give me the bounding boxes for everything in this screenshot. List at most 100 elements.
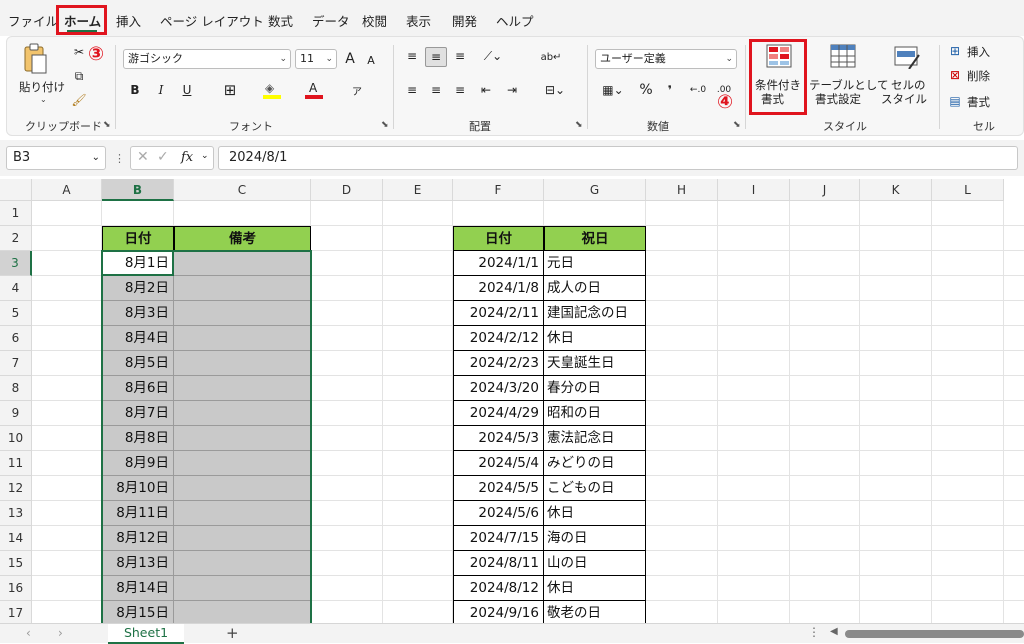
date-cell[interactable]: 8月5日 [102, 351, 174, 376]
name-box[interactable]: B3 ⌄ [6, 146, 106, 170]
row-header-4[interactable]: 4 [0, 276, 32, 301]
column-header-d[interactable]: D [311, 179, 383, 201]
note-cell[interactable] [174, 251, 311, 276]
tab-insert[interactable]: 挿入 [116, 11, 141, 30]
note-cell[interactable] [174, 551, 311, 576]
holiday-name-cell[interactable]: 元日 [544, 251, 646, 276]
holiday-date-cell[interactable]: 2024/1/1 [453, 251, 544, 276]
row-header-6[interactable]: 6 [0, 326, 32, 351]
date-cell[interactable]: 8月3日 [102, 301, 174, 326]
font-size-select[interactable]: 11 ⌄ [295, 49, 337, 69]
note-cell[interactable] [174, 501, 311, 526]
tab-data[interactable]: データ [312, 11, 350, 30]
holiday-header-date[interactable]: 日付 [453, 226, 544, 251]
tab-developer[interactable]: 開発 [452, 11, 477, 30]
align-center-icon[interactable]: ≡ [427, 81, 445, 99]
bold-button[interactable]: B [127, 81, 143, 99]
holiday-name-cell[interactable]: 休日 [544, 501, 646, 526]
date-cell[interactable]: 8月14日 [102, 576, 174, 601]
column-header-k[interactable]: K [860, 179, 932, 201]
select-all-corner[interactable] [0, 179, 32, 201]
underline-button[interactable]: U [179, 81, 195, 99]
paste-dropdown-icon[interactable]: ⌄ [40, 95, 47, 104]
date-cell[interactable]: 8月8日 [102, 426, 174, 451]
holiday-date-cell[interactable]: 2024/3/20 [453, 376, 544, 401]
scroll-left-icon[interactable]: ◀ [830, 626, 838, 637]
wrap-text-icon[interactable]: ab↵ [541, 47, 562, 67]
formula-input[interactable]: 2024/8/1 [218, 146, 1018, 170]
tab-review[interactable]: 校閲 [362, 11, 387, 30]
orientation-icon[interactable]: ⟋⌄ [479, 47, 507, 65]
table-header-date[interactable]: 日付 [102, 226, 174, 251]
holiday-date-cell[interactable]: 2024/2/12 [453, 326, 544, 351]
holiday-date-cell[interactable]: 2024/8/12 [453, 576, 544, 601]
fill-color-icon[interactable]: ◈ [263, 81, 281, 99]
horizontal-scrollbar[interactable] [845, 630, 1024, 638]
holiday-date-cell[interactable]: 2024/5/4 [453, 451, 544, 476]
row-header-5[interactable]: 5 [0, 301, 32, 326]
holiday-name-cell[interactable]: 成人の日 [544, 276, 646, 301]
tab-formulas[interactable]: 数式 [268, 11, 293, 30]
accounting-format-icon[interactable]: ▦⌄ [597, 81, 629, 99]
shrink-font-button[interactable]: A [363, 51, 379, 69]
row-header-7[interactable]: 7 [0, 351, 32, 376]
holiday-name-cell[interactable]: 海の日 [544, 526, 646, 551]
row-header-13[interactable]: 13 [0, 501, 32, 526]
note-cell[interactable] [174, 576, 311, 601]
column-header-c[interactable]: C [174, 179, 311, 201]
holiday-date-cell[interactable]: 2024/8/11 [453, 551, 544, 576]
font-launcher-icon[interactable]: ⬊ [381, 120, 389, 130]
note-cell[interactable] [174, 376, 311, 401]
number-format-select[interactable]: ユーザー定義 ⌄ [595, 49, 737, 69]
format-as-table-button[interactable]: テーブルとして 書式設定 [809, 43, 888, 111]
holiday-name-cell[interactable]: みどりの日 [544, 451, 646, 476]
holiday-date-cell[interactable]: 2024/2/11 [453, 301, 544, 326]
holiday-name-cell[interactable]: 憲法記念日 [544, 426, 646, 451]
tab-page-layout[interactable]: ページ レイアウト [160, 11, 264, 30]
note-cell[interactable] [174, 326, 311, 351]
holiday-name-cell[interactable]: 春分の日 [544, 376, 646, 401]
holiday-date-cell[interactable]: 2024/5/3 [453, 426, 544, 451]
format-cells-label[interactable]: 書式 [967, 94, 990, 110]
font-color-icon[interactable]: A [305, 81, 323, 99]
column-header-h[interactable]: H [646, 179, 718, 201]
holiday-name-cell[interactable]: 敬老の日 [544, 601, 646, 623]
note-cell[interactable] [174, 301, 311, 326]
column-header-b[interactable]: B [102, 179, 174, 201]
font-name-select[interactable]: 游ゴシック ⌄ [123, 49, 291, 69]
delete-cells-icon[interactable]: ⊠ [947, 67, 963, 83]
italic-button[interactable]: I [153, 81, 169, 99]
next-sheet-icon[interactable]: › [58, 626, 63, 640]
cut-icon[interactable]: ✂ [69, 43, 89, 61]
row-header-11[interactable]: 11 [0, 451, 32, 476]
delete-cells-label[interactable]: 削除 [967, 68, 990, 84]
row-header-10[interactable]: 10 [0, 426, 32, 451]
cell-styles-button[interactable]: セルの スタイル [879, 43, 935, 111]
format-painter-icon[interactable]: 🖌 [69, 91, 89, 109]
percent-button[interactable]: % [637, 81, 655, 99]
note-cell[interactable] [174, 276, 311, 301]
insert-function-button[interactable]: fx [181, 150, 193, 165]
row-header-9[interactable]: 9 [0, 401, 32, 426]
prev-sheet-icon[interactable]: ‹ [26, 626, 31, 640]
row-header-8[interactable]: 8 [0, 376, 32, 401]
date-cell[interactable]: 8月15日 [102, 601, 174, 623]
holiday-date-cell[interactable]: 2024/7/15 [453, 526, 544, 551]
row-header-14[interactable]: 14 [0, 526, 32, 551]
date-cell[interactable]: 8月7日 [102, 401, 174, 426]
row-header-12[interactable]: 12 [0, 476, 32, 501]
column-header-g[interactable]: G [544, 179, 646, 201]
cancel-icon[interactable]: ✕ [137, 149, 149, 165]
alignment-launcher-icon[interactable]: ⬊ [575, 120, 583, 130]
date-cell[interactable]: 8月10日 [102, 476, 174, 501]
note-cell[interactable] [174, 451, 311, 476]
row-header-15[interactable]: 15 [0, 551, 32, 576]
row-header-3[interactable]: 3 [0, 251, 32, 276]
note-cell[interactable] [174, 476, 311, 501]
date-cell[interactable]: 8月1日 [102, 251, 174, 276]
align-bottom-icon[interactable]: ≡ [451, 47, 469, 65]
column-header-f[interactable]: F [453, 179, 544, 201]
column-header-e[interactable]: E [383, 179, 453, 201]
align-top-icon[interactable]: ≡ [403, 47, 421, 65]
holiday-name-cell[interactable]: 山の日 [544, 551, 646, 576]
